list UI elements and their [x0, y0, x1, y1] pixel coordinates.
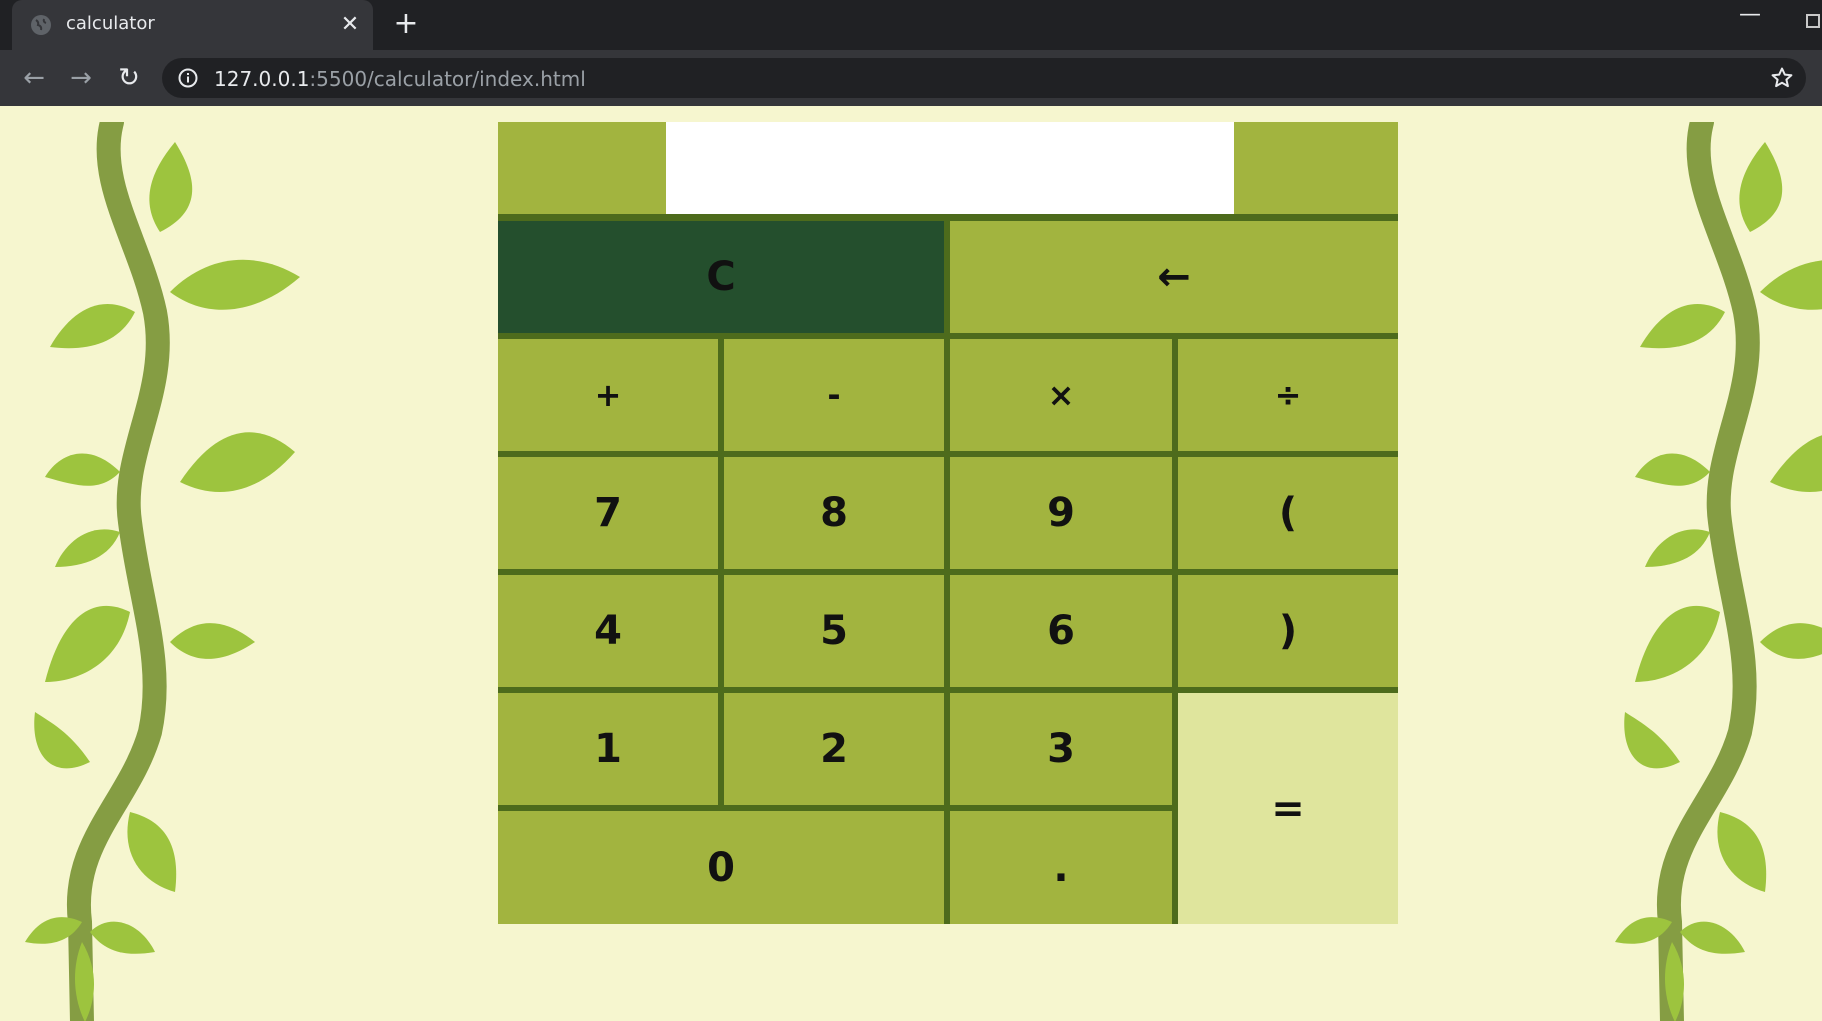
- calculator: C ← + - × ÷ 7 8 9 ( 4 5 6 ) 1 2 3 = 0 .: [498, 122, 1398, 924]
- digit-6-button[interactable]: 6: [950, 575, 1172, 687]
- new-tab-button[interactable]: +: [390, 9, 422, 41]
- display-bar: [498, 122, 1398, 214]
- globe-icon: [31, 15, 51, 35]
- tab-title: calculator: [66, 13, 155, 34]
- page-content: C ← + - × ÷ 7 8 9 ( 4 5 6 ) 1 2 3 = 0 .: [0, 106, 1822, 1021]
- open-paren-button[interactable]: (: [1178, 457, 1398, 569]
- url-host: 127.0.0.1: [214, 67, 310, 91]
- digit-7-button[interactable]: 7: [498, 457, 718, 569]
- divide-button[interactable]: ÷: [1178, 339, 1398, 451]
- digit-9-button[interactable]: 9: [950, 457, 1172, 569]
- digit-3-button[interactable]: 3: [950, 693, 1172, 805]
- plus-button[interactable]: +: [498, 339, 718, 451]
- browser-toolbar: ← → ↻ 127.0.0.1:5500/calculator/index.ht…: [0, 50, 1822, 106]
- digit-4-button[interactable]: 4: [498, 575, 718, 687]
- digit-0-button[interactable]: 0: [498, 811, 944, 924]
- digit-5-button[interactable]: 5: [724, 575, 944, 687]
- browser-tab-bar: calculator ✕ + —: [0, 0, 1822, 50]
- window-maximize-button[interactable]: [1806, 14, 1820, 28]
- browser-tab[interactable]: calculator ✕: [12, 0, 373, 50]
- digit-2-button[interactable]: 2: [724, 693, 944, 805]
- digit-8-button[interactable]: 8: [724, 457, 944, 569]
- address-bar[interactable]: 127.0.0.1:5500/calculator/index.html: [162, 58, 1806, 98]
- tab-close-icon[interactable]: ✕: [335, 10, 365, 40]
- calculator-display[interactable]: [666, 122, 1234, 214]
- backspace-button[interactable]: ←: [950, 221, 1398, 333]
- clear-button[interactable]: C: [498, 221, 944, 333]
- back-button[interactable]: ←: [16, 60, 52, 96]
- forward-button[interactable]: →: [63, 60, 99, 96]
- reload-button[interactable]: ↻: [111, 60, 147, 96]
- vine-decoration-left: [25, 122, 300, 1021]
- decimal-button[interactable]: .: [950, 811, 1172, 924]
- url-text[interactable]: 127.0.0.1:5500/calculator/index.html: [214, 67, 586, 91]
- digit-1-button[interactable]: 1: [498, 693, 718, 805]
- close-paren-button[interactable]: ): [1178, 575, 1398, 687]
- info-icon[interactable]: [178, 68, 198, 88]
- vine-decoration-right: [1615, 122, 1822, 1021]
- url-path: :5500/calculator/index.html: [309, 67, 586, 91]
- bookmark-star-icon[interactable]: [1770, 66, 1794, 90]
- equals-button[interactable]: =: [1178, 693, 1398, 924]
- window-minimize-button[interactable]: —: [1738, 4, 1762, 30]
- multiply-button[interactable]: ×: [950, 339, 1172, 451]
- minus-button[interactable]: -: [724, 339, 944, 451]
